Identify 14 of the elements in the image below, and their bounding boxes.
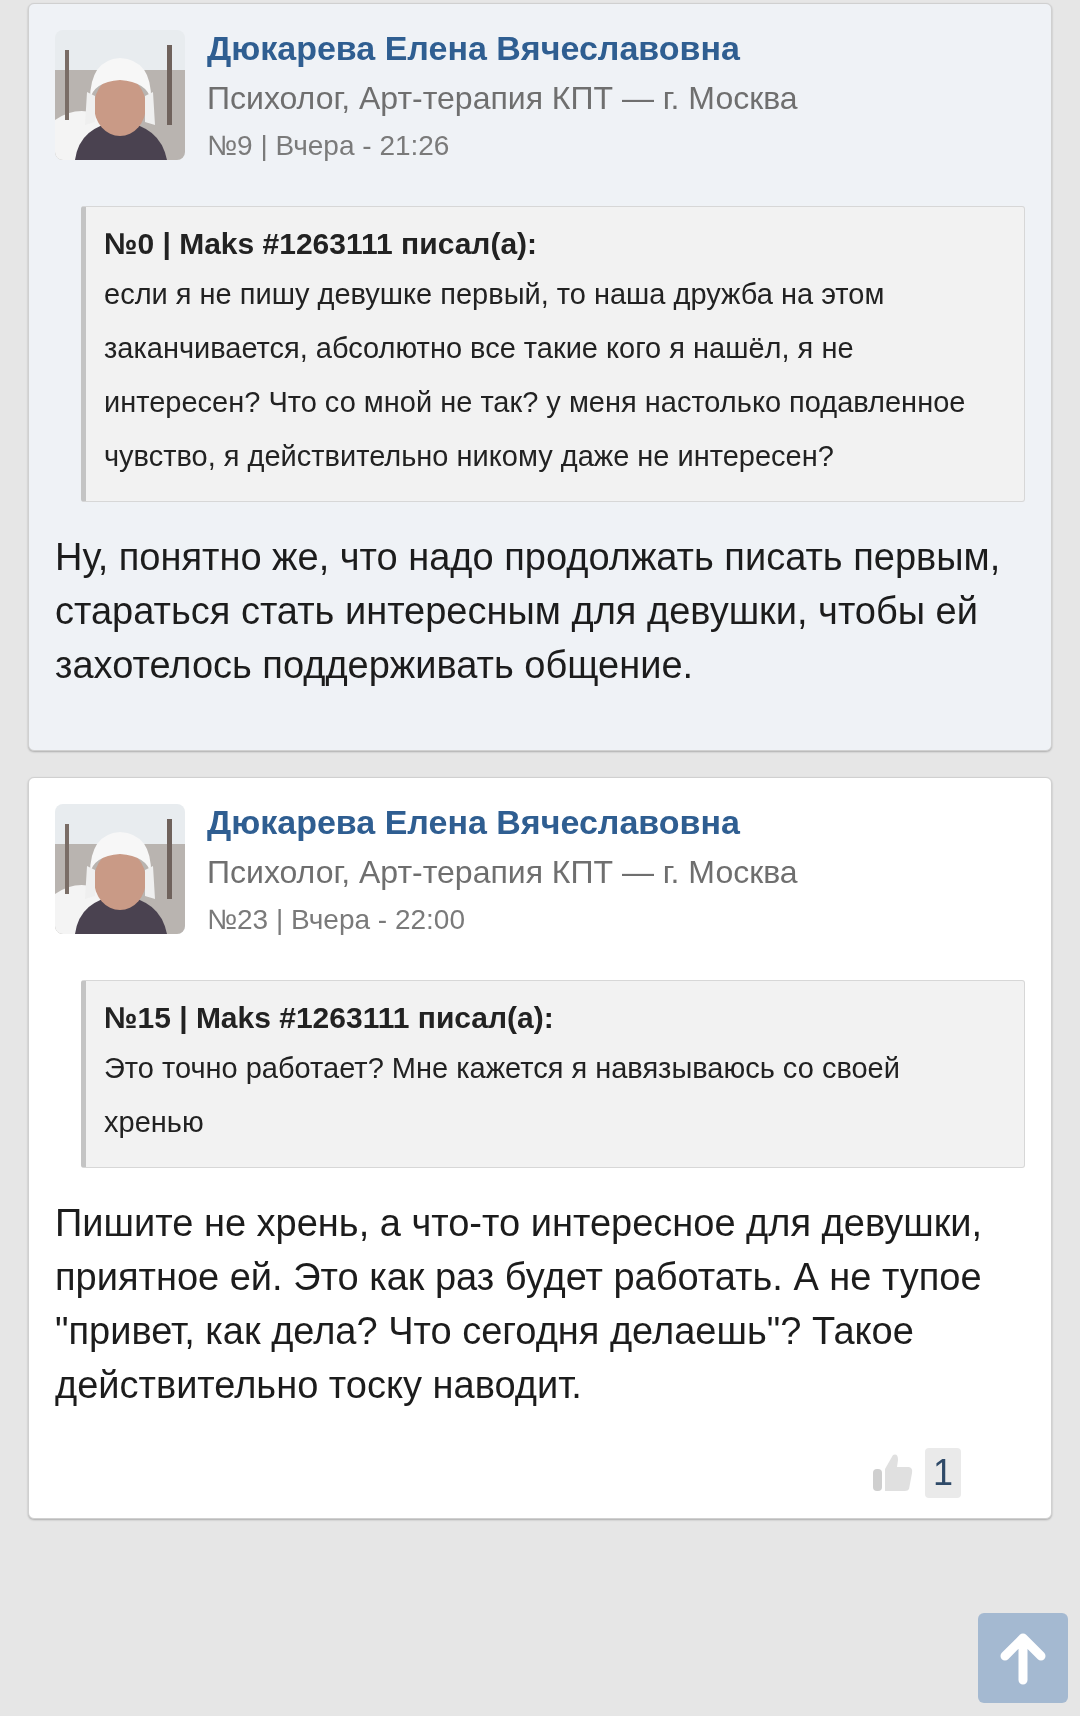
quote-text: если я не пишу девушке первый, то наша дружба на этом заканчивается, абсолютно все такие кого я нашёл, я не интересен? Что со мной не так? у меня настолько подавленное чувство, я действительно никому даже не интересен?	[104, 277, 967, 474]
post-text: Ну, понятно же, что надо продолжать писать первым, стараться стать интересным для девушки, чтобы ей захотелось поддерживать общение.	[55, 535, 1002, 688]
post-meta: №9 | Вчера - 21:26	[207, 129, 451, 163]
like-count: 1	[924, 1448, 961, 1498]
quote-header: №15 | Maks #1263111 писал(а):	[104, 1000, 555, 1036]
quote-text: Это точно работает? Мне кажется я навязываюсь со своей хренью	[104, 1051, 901, 1140]
scroll-to-top-button[interactable]	[978, 1613, 1068, 1703]
author-subtitle: Психолог, Арт-терапия КПТ — г. Москва	[207, 79, 798, 118]
author-subtitle: Психолог, Арт-терапия КПТ — г. Москва	[207, 853, 798, 892]
author-link[interactable]: Дюкарева Елена Вячеславовна	[207, 28, 798, 68]
author-link[interactable]: Дюкарева Елена Вячеславовна	[207, 802, 798, 842]
quote-header: №0 | Maks #1263111 писал(а):	[104, 226, 539, 262]
post-text: Пишите не хрень, а что-то интересное для девушки, приятное ей. Это как раз будет работать. А не тупое "привет, как дела? Что сегодня делаешь"? Такое действительно тоску наводит.	[55, 1201, 984, 1408]
post-meta: №23 | Вчера - 22:00	[207, 903, 466, 937]
